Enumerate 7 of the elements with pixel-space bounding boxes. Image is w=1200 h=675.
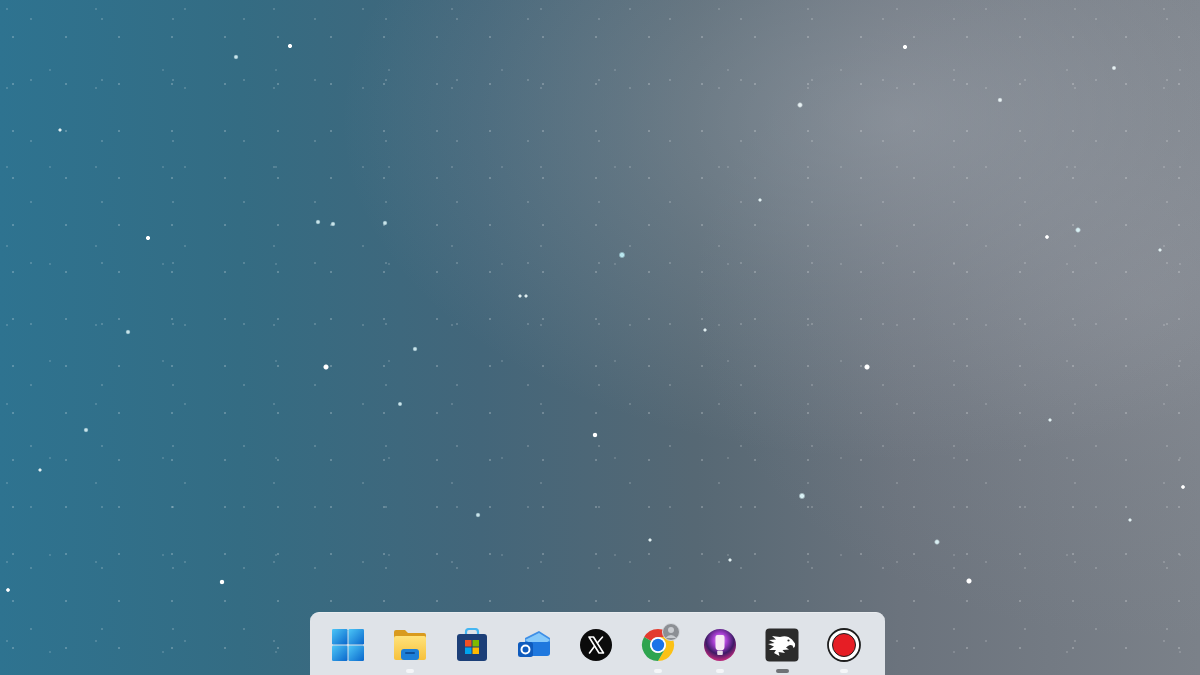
light-bulb-icon <box>703 628 737 662</box>
record-icon <box>827 628 861 662</box>
shopping-bag-icon <box>455 628 489 662</box>
eagle-head-icon <box>765 628 799 662</box>
cross-logo-icon <box>579 628 613 662</box>
four-panes-icon <box>331 628 365 662</box>
folder-icon <box>393 628 427 662</box>
